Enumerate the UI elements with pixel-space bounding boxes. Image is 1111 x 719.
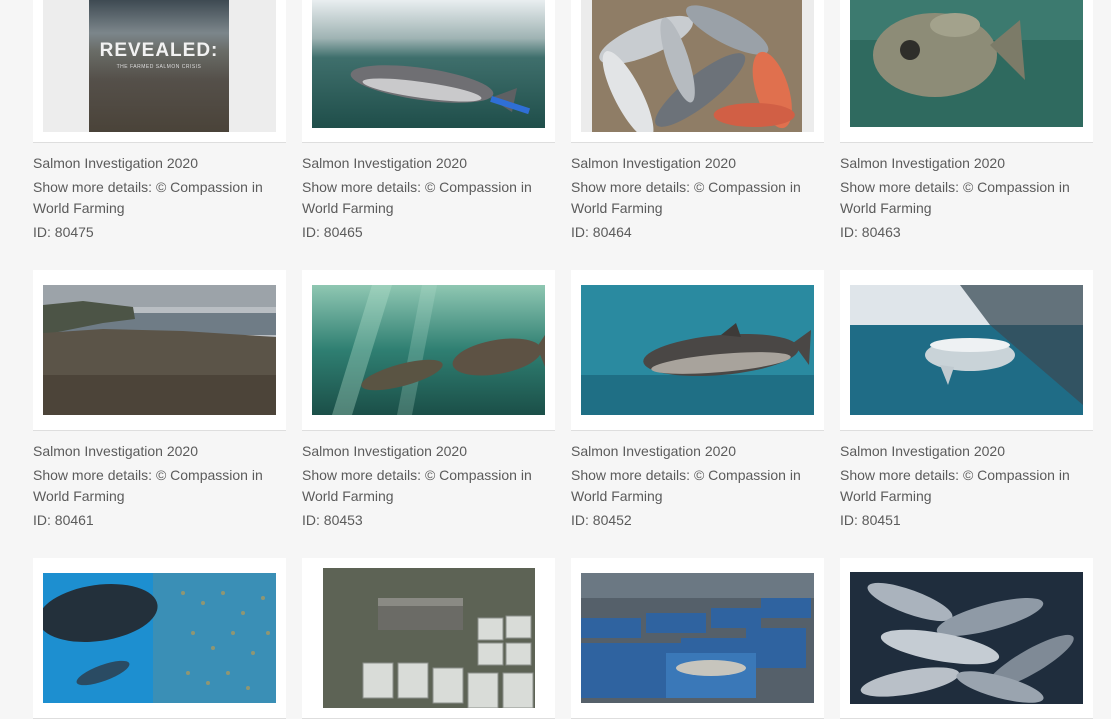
thumbnail-frame[interactable] [840, 558, 1093, 719]
thumbnail-image[interactable] [850, 285, 1083, 415]
card-id: ID: 80475 [33, 224, 94, 240]
thumbnail-frame[interactable] [33, 270, 286, 431]
thumbnail-frame[interactable] [302, 558, 555, 719]
thumbnail-image[interactable] [850, 572, 1083, 704]
thumbnail-image[interactable]: REVEALED: THE FARMED SALMON CRISIS [43, 0, 276, 132]
thumbnail-frame[interactable] [302, 270, 555, 431]
card-details[interactable]: Show more details: © Compassion in World… [571, 465, 824, 507]
thumbnail-frame[interactable] [33, 558, 286, 719]
thumbnail-image[interactable] [581, 573, 814, 703]
thumbnail-frame[interactable] [571, 0, 824, 143]
card-details[interactable]: Show more details: © Compassion in World… [302, 465, 555, 507]
thumbnail-image[interactable] [43, 285, 276, 415]
card-details[interactable]: Show more details: © Compassion in World… [302, 177, 555, 219]
card-title[interactable]: Salmon Investigation 2020 [840, 443, 1005, 459]
card-id: ID: 80465 [302, 224, 363, 240]
card-title[interactable]: Salmon Investigation 2020 [571, 443, 736, 459]
image-gallery: REVEALED: THE FARMED SALMON CRISIS Salmo… [0, 0, 1111, 719]
card-title[interactable]: Salmon Investigation 2020 [33, 155, 198, 171]
thumbnail-frame[interactable] [302, 0, 555, 143]
thumbnail-image[interactable] [312, 0, 545, 128]
thumbnail-image[interactable] [323, 568, 535, 708]
card-id: ID: 80464 [571, 224, 632, 240]
card-title[interactable]: Salmon Investigation 2020 [302, 155, 467, 171]
thumbnail-image[interactable] [43, 573, 276, 703]
thumbnail-frame[interactable] [840, 0, 1093, 143]
card-details[interactable]: Show more details: © Compassion in World… [840, 465, 1093, 507]
thumbnail-image[interactable] [312, 285, 545, 415]
card-details[interactable]: Show more details: © Compassion in World… [33, 465, 286, 507]
thumbnail-frame[interactable]: REVEALED: THE FARMED SALMON CRISIS [33, 0, 286, 143]
cover-headline: REVEALED: [99, 40, 219, 61]
card-details[interactable]: Show more details: © Compassion in World… [33, 177, 286, 219]
thumbnail-frame[interactable] [571, 270, 824, 431]
cover-subtitle: THE FARMED SALMON CRISIS [116, 64, 202, 70]
thumbnail-image[interactable] [850, 0, 1083, 127]
card-title[interactable]: Salmon Investigation 2020 [571, 155, 736, 171]
card-title[interactable]: Salmon Investigation 2020 [33, 443, 198, 459]
card-id: ID: 80461 [33, 512, 94, 528]
thumbnail-image[interactable] [581, 0, 814, 132]
card-details[interactable]: Show more details: © Compassion in World… [840, 177, 1093, 219]
thumbnail-image[interactable] [581, 285, 814, 415]
thumbnail-frame[interactable] [571, 558, 824, 719]
card-id: ID: 80452 [571, 512, 632, 528]
thumbnail-frame[interactable] [840, 270, 1093, 431]
card-id: ID: 80453 [302, 512, 363, 528]
card-details[interactable]: Show more details: © Compassion in World… [571, 177, 824, 219]
card-title[interactable]: Salmon Investigation 2020 [840, 155, 1005, 171]
card-title[interactable]: Salmon Investigation 2020 [302, 443, 467, 459]
card-id: ID: 80451 [840, 512, 901, 528]
card-id: ID: 80463 [840, 224, 901, 240]
